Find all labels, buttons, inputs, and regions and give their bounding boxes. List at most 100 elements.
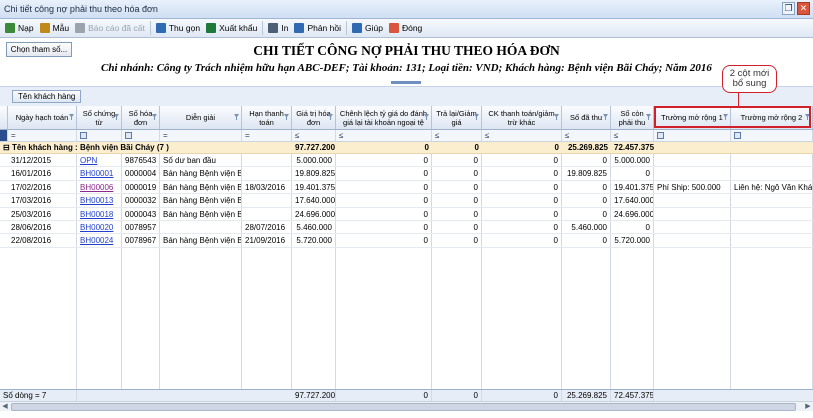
cell-dien_giai-text: Bán hàng Bệnh viện B xyxy=(163,182,242,192)
cell-gia_tri-text: 19.809.825 xyxy=(295,169,336,179)
filter-checkbox[interactable] xyxy=(734,132,741,139)
toolbar-feedback-button[interactable]: Phản hồi xyxy=(291,20,344,37)
toolbar-excel-button[interactable]: Xuất khẩu xyxy=(203,20,260,37)
group-by-customer-chip[interactable]: Tên khách hàng xyxy=(12,90,82,103)
group-total-con_phai_thu-text: 72.457.375 xyxy=(614,143,654,152)
empty-grid-column xyxy=(122,248,160,389)
toolbar-label: Báo cáo đã cất xyxy=(88,23,145,33)
collapse-group-icon[interactable]: ⊟ xyxy=(3,143,12,152)
horizontal-scrollbar[interactable]: ◀ ▶ xyxy=(0,401,813,411)
cell-ngay-text: 28/06/2016 xyxy=(11,223,52,232)
cell-so_ct-text[interactable]: OPN xyxy=(80,156,97,165)
template-icon xyxy=(39,23,50,33)
table-row[interactable]: 17/02/2016 BH00006 0000019 Bán hàng Bệnh vi… xyxy=(0,180,813,195)
toolbar-help-button[interactable]: Giúp xyxy=(349,20,386,37)
group-total-da_thu: 25.269.825 xyxy=(562,142,611,153)
filter-clear-icon[interactable] xyxy=(0,130,8,141)
filter-operator-le[interactable]: ≤ xyxy=(482,130,562,141)
cell-dien_giai-text: Bán hàng Bệnh viện B xyxy=(163,209,242,219)
cell-so_hd: 0000019 xyxy=(122,180,160,194)
cell-so_hd: 0000043 xyxy=(122,207,160,220)
toolbar-refresh-button[interactable]: Nạp xyxy=(2,20,37,37)
cell-so_ct[interactable]: BH00024 xyxy=(77,234,122,247)
filter-checkbox-cell[interactable] xyxy=(654,130,731,141)
cell-gia_tri-text: 5.720.000 xyxy=(296,236,332,246)
cell-so_ct[interactable]: BH00006 xyxy=(77,180,122,194)
scroll-left-icon[interactable]: ◀ xyxy=(0,402,10,412)
cell-dien_giai: Bán hàng Bệnh viện B xyxy=(160,207,242,220)
cell-han-text: 18/03/2016 xyxy=(245,182,286,192)
table-row[interactable]: 25/03/2016 BH00018 0000043 Bán hàng Bệnh vi… xyxy=(0,207,813,221)
filter-operator-le[interactable]: ≤ xyxy=(611,130,654,141)
cell-so_ct-text[interactable]: BH00006 xyxy=(80,183,113,192)
toolbar-close-button[interactable]: Đóng xyxy=(386,20,425,37)
cell-so_ct-text[interactable]: BH00018 xyxy=(80,210,113,219)
cell-so_ct[interactable]: BH00001 xyxy=(77,167,122,180)
cell-so_ct[interactable]: BH00018 xyxy=(77,207,122,220)
toolbar-collapse-button[interactable]: Thu gọn xyxy=(153,20,203,37)
cell-so_ct-text[interactable]: BH00020 xyxy=(80,223,113,232)
cell-ck-text: 0 xyxy=(553,169,558,179)
filter-checkbox[interactable] xyxy=(125,132,132,139)
column-header-text: Chênh lệch tỷ giá do đánh giá lại tài kh… xyxy=(339,108,428,127)
table-row[interactable]: 31/12/2015 OPN 9876543 Số dư ban đầu 5.000.0… xyxy=(0,154,813,168)
empty-grid-column xyxy=(611,248,654,389)
restore-icon[interactable]: ❐ xyxy=(782,2,795,15)
cell-so_ct-text[interactable]: BH00024 xyxy=(80,236,113,245)
filter-icon[interactable] xyxy=(69,114,74,120)
cell-cl: 0 xyxy=(336,194,432,207)
empty-grid-column xyxy=(562,248,611,389)
cell-da_thu: 5.460.000 xyxy=(562,221,611,234)
column-header[interactable]: Số chứng từ xyxy=(77,106,122,129)
table-row[interactable]: 28/06/2016 BH00020 0078957 28/07/2016 5.460.… xyxy=(0,221,813,235)
filter-operator-le[interactable]: ≤ xyxy=(432,130,482,141)
cell-so_ct[interactable]: BH00020 xyxy=(77,221,122,234)
filter-checkbox-cell[interactable] xyxy=(122,130,160,141)
report-title: CHI TIẾT CÔNG NỢ PHẢI THU THEO HÓA ĐƠN xyxy=(253,43,560,58)
close-window-icon[interactable]: ✕ xyxy=(797,2,810,15)
filter-checkbox[interactable] xyxy=(80,132,87,139)
column-header[interactable]: Số còn phải thu xyxy=(611,106,654,129)
filter-checkbox-cell[interactable] xyxy=(731,130,813,141)
column-header[interactable]: Giá trị hóa đơn xyxy=(292,106,336,129)
scroll-thumb[interactable] xyxy=(11,403,796,411)
scroll-right-icon[interactable]: ▶ xyxy=(803,402,813,412)
group-row-label[interactable]: ⊟ Tên khách hàng : Bệnh viện Bãi Cháy (7… xyxy=(0,142,292,153)
column-header[interactable]: Số hóa đơn xyxy=(122,106,160,129)
filter-icon[interactable] xyxy=(234,114,239,120)
title-bar: Chi tiết công nợ phải thu theo hóa đơn ❐… xyxy=(0,0,813,19)
panel-splitter[interactable] xyxy=(391,81,421,84)
cell-m1 xyxy=(654,194,731,207)
filter-operator-le[interactable]: ≤ xyxy=(562,130,611,141)
cell-so_ct[interactable]: BH00013 xyxy=(77,194,122,207)
cell-so_ct-text[interactable]: BH00013 xyxy=(80,196,113,205)
column-header[interactable]: Số đã thu xyxy=(562,106,611,129)
column-header[interactable]: CK thanh toán/giảm trừ khác xyxy=(482,106,562,129)
column-header[interactable]: Trả lại/Giảm giá xyxy=(432,106,482,129)
table-row[interactable]: 17/03/2016 BH00013 0000032 Bán hàng Bệnh vi… xyxy=(0,194,813,208)
toolbar-printer-button[interactable]: In xyxy=(265,20,291,37)
filter-operator-le[interactable]: ≤ xyxy=(336,130,432,141)
column-header[interactable]: Ngày hạch toán xyxy=(8,106,77,129)
filter-icon[interactable] xyxy=(603,114,608,120)
cell-ngay-text: 16/01/2016 xyxy=(11,169,52,179)
cell-so_hd: 0078957 xyxy=(122,221,160,234)
filter-operator-le[interactable]: ≤ xyxy=(292,130,336,141)
cell-so_ct-text[interactable]: BH00001 xyxy=(80,169,113,178)
table-row[interactable]: 22/08/2016 BH00024 0078967 Bán hàng Bệnh vi… xyxy=(0,234,813,248)
table-row[interactable]: 16/01/2016 BH00001 0000004 Bán hàng Bệnh vi… xyxy=(0,167,813,181)
group-total-da_thu-text: 25.269.825 xyxy=(567,143,608,152)
cell-so_ct[interactable]: OPN xyxy=(77,154,122,167)
filter-checkbox-cell[interactable] xyxy=(77,130,122,141)
column-header[interactable]: Chênh lệch tỷ giá do đánh giá lại tài kh… xyxy=(336,106,432,129)
filter-operator-eq[interactable]: = xyxy=(8,130,77,141)
column-header[interactable]: Diễn giải xyxy=(160,106,242,129)
column-header[interactable]: Hạn thanh toán xyxy=(242,106,292,129)
cell-con-text: 17.640.000 xyxy=(614,196,654,206)
cell-cl-text: 0 xyxy=(423,223,428,232)
filter-operator-eq[interactable]: = xyxy=(160,130,242,141)
filter-checkbox[interactable] xyxy=(657,132,664,139)
cell-con: 24.696.000 xyxy=(611,207,654,220)
toolbar-template-button[interactable]: Mẫu xyxy=(37,20,73,37)
filter-operator-eq[interactable]: = xyxy=(242,130,292,141)
